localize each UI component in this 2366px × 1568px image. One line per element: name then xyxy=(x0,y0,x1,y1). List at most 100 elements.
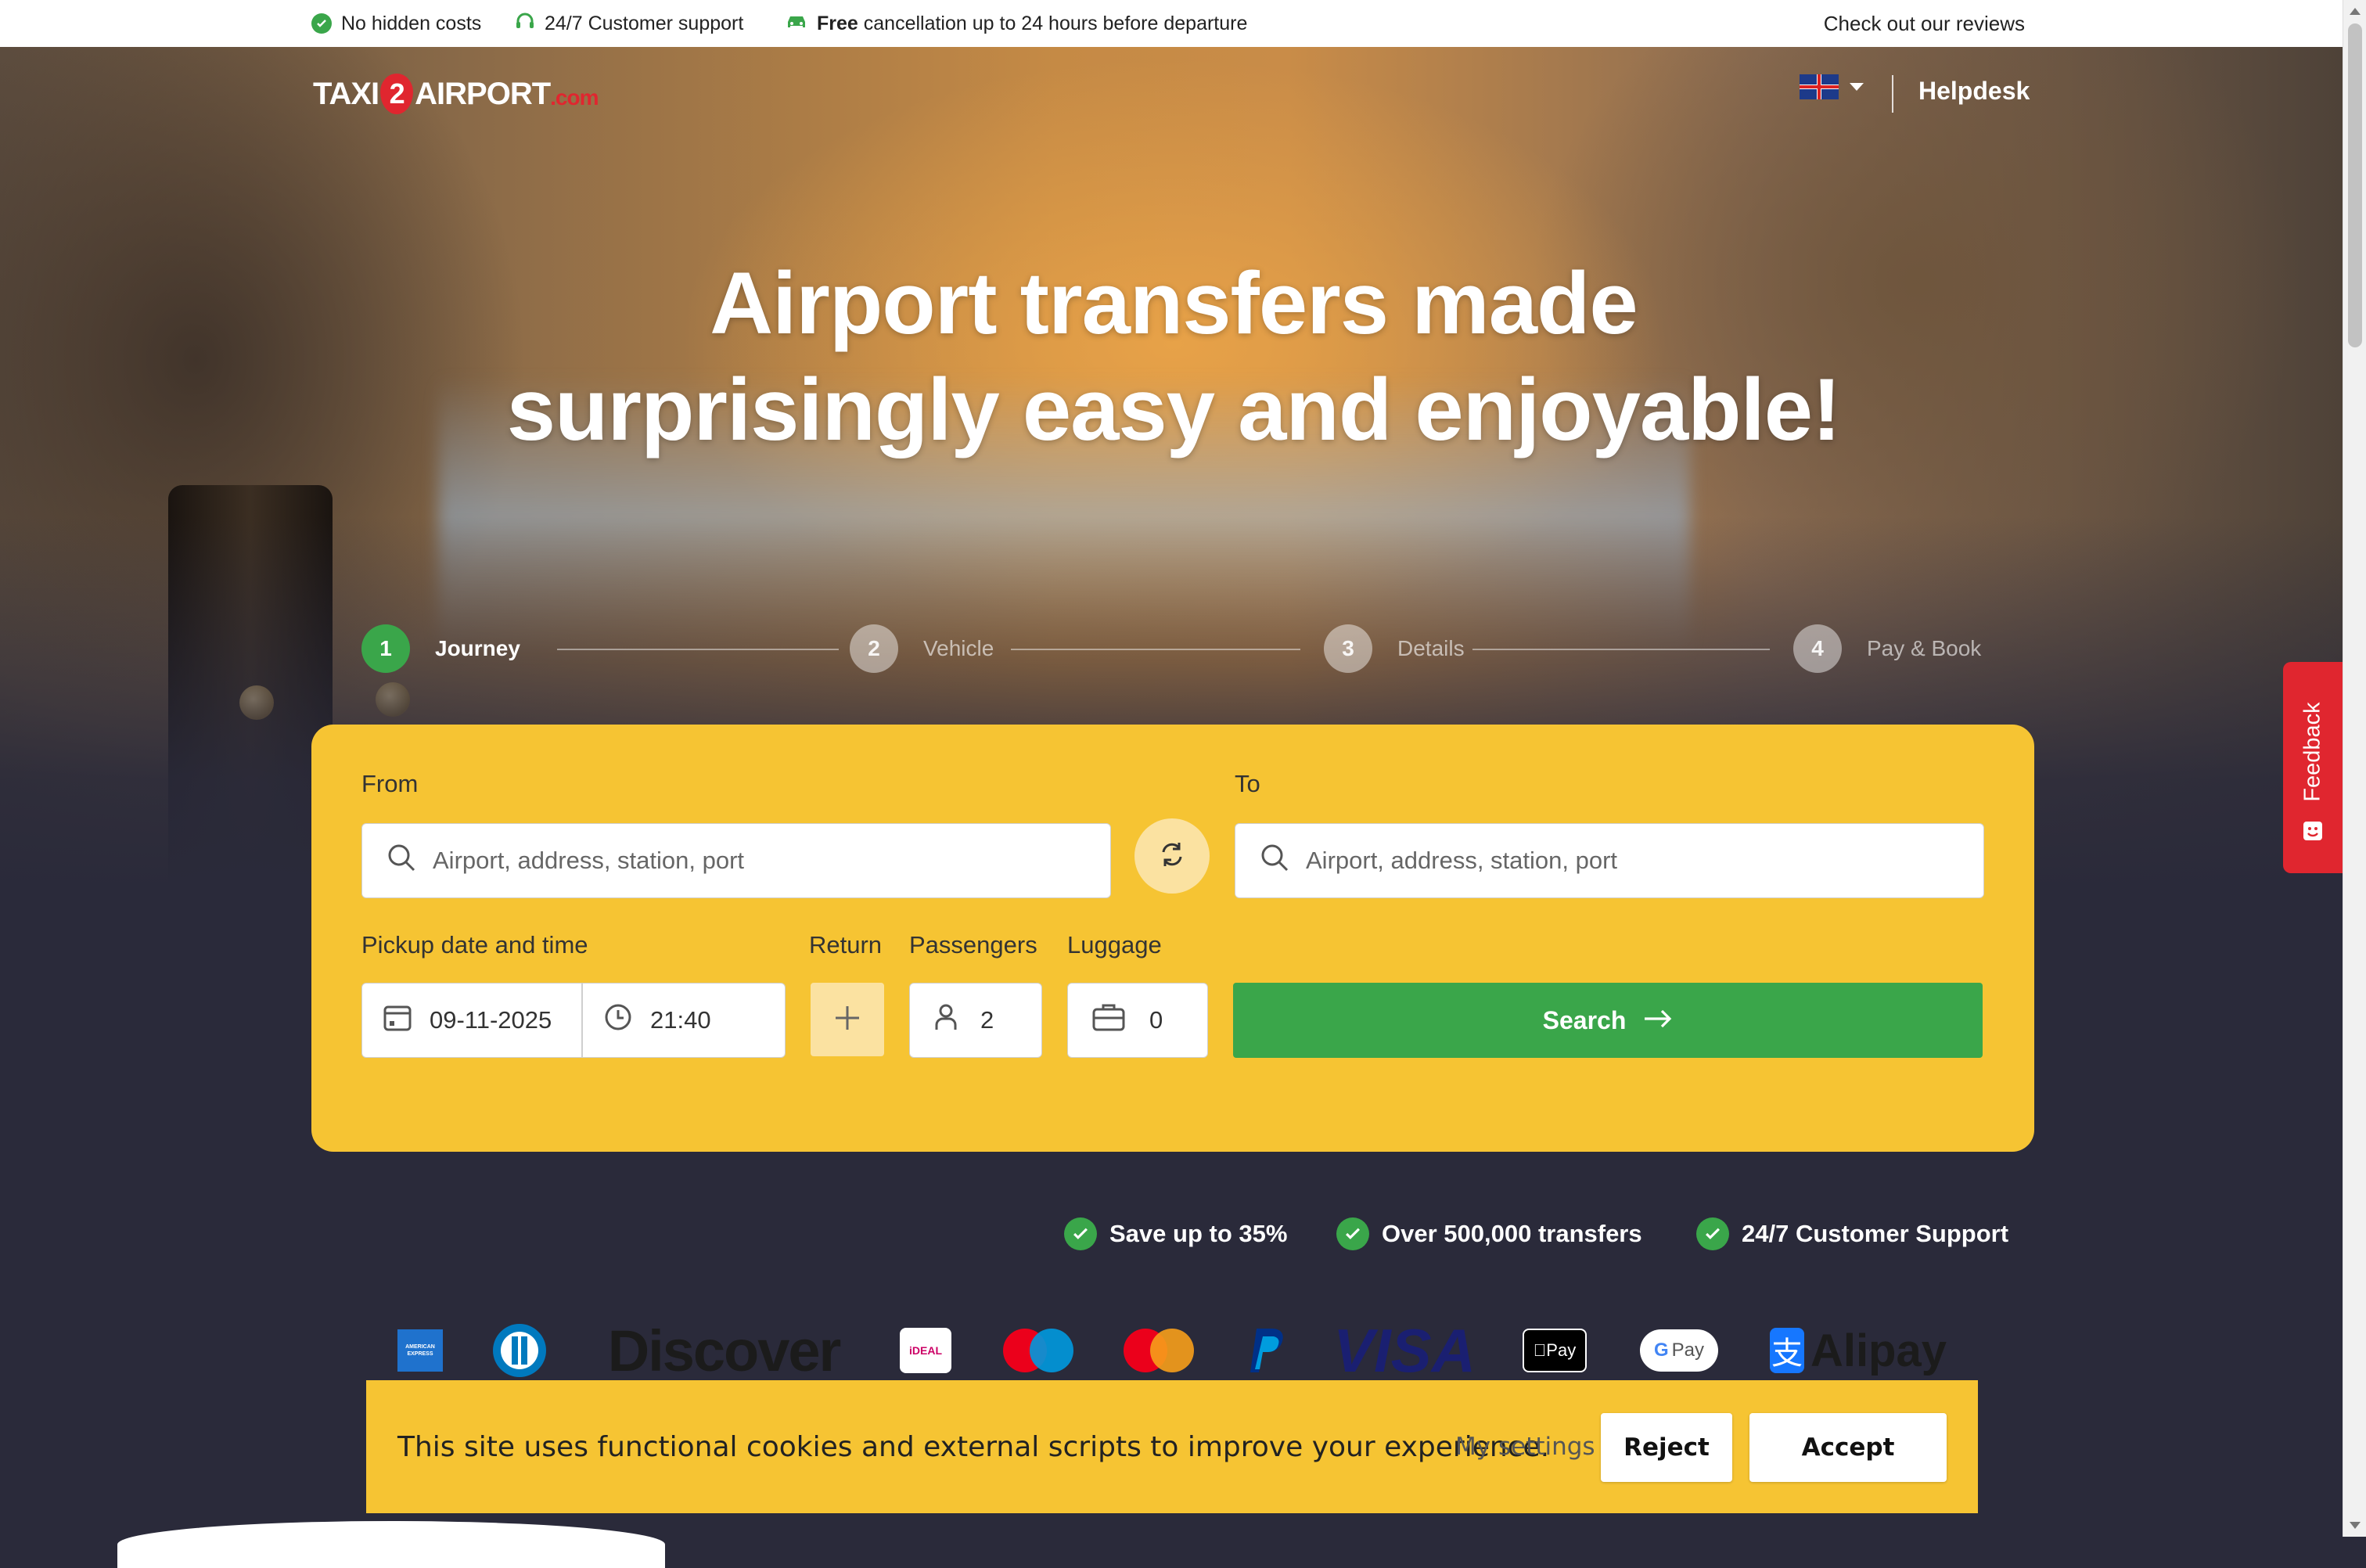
search-icon xyxy=(386,842,417,879)
location-pin-icon: 2 xyxy=(380,74,414,114)
clock-icon xyxy=(603,1002,633,1038)
logo-taxi: TAXI xyxy=(313,76,379,111)
info-no-hidden-costs: No hidden costs xyxy=(311,0,481,47)
check-circle-icon xyxy=(1336,1217,1369,1250)
reviews-link[interactable]: Check out our reviews xyxy=(1824,0,2025,47)
passengers-label: Passengers xyxy=(909,931,1037,958)
step-details: 3 Details xyxy=(1324,624,1465,673)
hero-headline: Airport transfers made surprisingly easy… xyxy=(391,250,1956,463)
info-text: No hidden costs xyxy=(341,12,482,34)
feedback-tab[interactable]: Feedback xyxy=(2283,662,2343,873)
section-divider-curve xyxy=(117,1521,665,1568)
from-input[interactable]: Airport, address, station, port xyxy=(361,823,1111,898)
scroll-down-arrow-icon[interactable] xyxy=(2350,1522,2361,1529)
add-return-button[interactable] xyxy=(811,983,884,1056)
logo-airport: AIRPORT xyxy=(415,76,551,111)
time-value: 21:40 xyxy=(650,1006,711,1034)
amex-logo: AMERICAN EXPRESS xyxy=(397,1321,443,1380)
header-divider xyxy=(1892,75,1893,113)
google-pay-text: G Pay xyxy=(1640,1329,1718,1372)
search-button-label: Search xyxy=(1542,1005,1627,1034)
site-logo[interactable]: TAXI 2 AIRPORT .com xyxy=(313,70,599,117)
plus-icon xyxy=(834,1005,861,1035)
apple-pay-text: Pay xyxy=(1523,1329,1587,1372)
step-number: 3 xyxy=(1324,624,1372,673)
apple-pay-label: Pay xyxy=(1540,1340,1576,1360)
check-circle-icon xyxy=(311,13,332,34)
cookie-accept-button[interactable]: Accept xyxy=(1749,1413,1947,1482)
arrow-right-icon xyxy=(1643,1006,1673,1035)
feature-text: Over 500,000 transfers xyxy=(1382,1220,1642,1247)
step-vehicle: 2 Vehicle xyxy=(850,624,994,673)
return-label: Return xyxy=(809,931,883,958)
step-label: Vehicle xyxy=(923,636,994,660)
to-input[interactable]: Airport, address, station, port xyxy=(1235,823,1984,898)
pickup-label: Pickup date and time xyxy=(361,931,588,958)
feedback-label: Feedback xyxy=(2299,702,2325,802)
scroll-up-arrow-icon[interactable] xyxy=(2350,8,2361,15)
paypal-logo xyxy=(1244,1321,1288,1380)
passengers-stepper[interactable]: 2 xyxy=(909,983,1042,1058)
info-text: 24/7 Customer support xyxy=(545,12,744,34)
top-info-bar: No hidden costs 24/7 Customer support Fr… xyxy=(0,0,2343,48)
step-connector xyxy=(1472,649,1770,650)
to-placeholder: Airport, address, station, port xyxy=(1306,847,1618,874)
swap-locations-button[interactable] xyxy=(1134,818,1210,894)
info-text: cancellation up to 24 hours before depar… xyxy=(863,12,1248,34)
apple-pay-logo: Pay xyxy=(1523,1321,1587,1380)
calendar-icon xyxy=(383,1002,412,1038)
step-number: 4 xyxy=(1793,624,1842,673)
date-input[interactable]: 09-11-2025 xyxy=(361,983,582,1058)
feature-save: Save up to 35% xyxy=(1064,1217,1287,1250)
amex-text: AMERICAN EXPRESS xyxy=(397,1329,443,1372)
step-number: 1 xyxy=(361,624,410,673)
diners-logo xyxy=(491,1321,548,1380)
discover-logo: Discover xyxy=(607,1318,842,1383)
feature-support: 24/7 Customer Support xyxy=(1696,1217,2008,1250)
feature-text: 24/7 Customer Support xyxy=(1742,1220,2009,1247)
from-placeholder: Airport, address, station, port xyxy=(433,847,745,874)
page-scrollbar[interactable] xyxy=(2343,0,2366,1537)
cookie-reject-button[interactable]: Reject xyxy=(1601,1413,1732,1482)
chevron-down-icon xyxy=(1850,83,1864,91)
step-pay-book: 4 Pay & Book xyxy=(1793,624,1981,673)
google-pay-label: Pay xyxy=(1671,1340,1705,1361)
visa-logo: VISA xyxy=(1332,1315,1476,1385)
info-support: 24/7 Customer support xyxy=(515,0,743,47)
cookie-message: This site uses functional cookies and ex… xyxy=(397,1430,1550,1463)
feature-transfers: Over 500,000 transfers xyxy=(1336,1217,1642,1250)
helpdesk-link[interactable]: Helpdesk xyxy=(1918,77,2030,106)
briefcase-icon xyxy=(1091,1002,1126,1038)
headset-icon xyxy=(515,11,535,37)
alipay-logo: 支 Alipay xyxy=(1770,1321,1947,1380)
alipay-text: Alipay xyxy=(1810,1325,1947,1376)
check-circle-icon xyxy=(1696,1217,1729,1250)
person-icon xyxy=(933,1003,958,1038)
luggage-stepper[interactable]: 0 xyxy=(1067,983,1208,1058)
step-label: Details xyxy=(1397,636,1465,660)
ideal-logo: iDEAL xyxy=(898,1321,953,1380)
ideal-text: iDEAL xyxy=(900,1328,951,1373)
step-label: Journey xyxy=(435,636,520,660)
booking-steps: 1 Journey 2 Vehicle 3 Details 4 Pay & Bo… xyxy=(361,624,1989,674)
step-connector xyxy=(557,649,839,650)
time-input[interactable]: 21:40 xyxy=(582,983,786,1058)
step-connector xyxy=(1011,649,1300,650)
car-icon xyxy=(786,13,807,35)
check-circle-icon xyxy=(1064,1217,1097,1250)
uk-flag-icon xyxy=(1800,74,1839,99)
logo-two: 2 xyxy=(389,77,405,110)
feature-text: Save up to 35% xyxy=(1109,1220,1288,1247)
step-number: 2 xyxy=(850,624,898,673)
google-pay-logo: G Pay xyxy=(1638,1321,1720,1380)
to-label: To xyxy=(1235,770,1260,797)
step-journey: 1 Journey xyxy=(361,624,520,673)
search-button[interactable]: Search xyxy=(1233,983,1983,1058)
passengers-value: 2 xyxy=(980,1006,994,1034)
scrollbar-thumb[interactable] xyxy=(2348,23,2362,347)
headline-line-2: surprisingly easy and enjoyable! xyxy=(506,361,1842,459)
search-icon xyxy=(1259,842,1290,879)
smiley-icon xyxy=(2302,820,2324,846)
cookie-settings-link[interactable]: My settings xyxy=(1455,1380,1595,1513)
language-selector[interactable] xyxy=(1800,74,1864,99)
